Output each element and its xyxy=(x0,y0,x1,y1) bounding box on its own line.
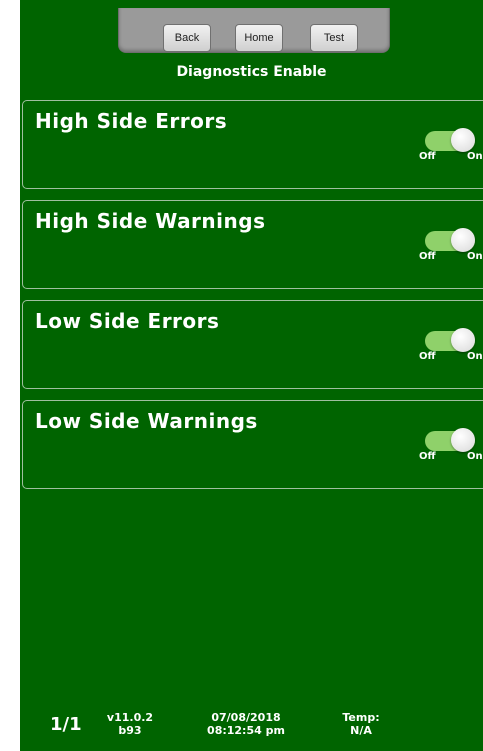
setting-high-side-errors: High Side Errors Off On xyxy=(22,100,483,189)
time-text: 08:12:54 pm xyxy=(207,724,285,737)
toggle-on-label: On xyxy=(467,451,483,462)
version-text: v11.0.2 xyxy=(106,711,154,724)
back-button[interactable]: Back xyxy=(163,24,211,52)
temperature-info: Temp: N/A xyxy=(336,711,386,737)
low-side-errors-toggle[interactable]: Off On xyxy=(419,327,483,363)
setting-low-side-errors: Low Side Errors Off On xyxy=(22,300,483,389)
setting-high-side-warnings: High Side Warnings Off On xyxy=(22,200,483,289)
high-side-errors-toggle[interactable]: Off On xyxy=(419,127,483,163)
setting-label: Low Side Warnings xyxy=(35,409,258,433)
page-title: Diagnostics Enable xyxy=(176,64,327,80)
date-text: 07/08/2018 xyxy=(211,711,281,724)
diagnostics-screen: Back Home Test Diagnostics Enable High S… xyxy=(20,0,483,751)
setting-label: Low Side Errors xyxy=(35,309,220,333)
low-side-warnings-toggle[interactable]: Off On xyxy=(419,427,483,463)
home-button[interactable]: Home xyxy=(235,24,283,52)
page-indicator: 1/1 xyxy=(50,714,82,735)
toggle-off-label: Off xyxy=(419,251,436,262)
test-button[interactable]: Test xyxy=(310,24,358,52)
toggle-knob xyxy=(451,328,475,352)
toggle-knob xyxy=(451,128,475,152)
datetime-info: 07/08/2018 08:12:54 pm xyxy=(196,711,296,737)
temp-label: Temp: xyxy=(342,711,380,724)
toggle-on-label: On xyxy=(467,251,483,262)
status-footer: 1/1 v11.0.2 b93 07/08/2018 08:12:54 pm T… xyxy=(20,708,483,748)
toggle-off-label: Off xyxy=(419,451,436,462)
toggle-off-label: Off xyxy=(419,351,436,362)
toggle-off-label: Off xyxy=(419,151,436,162)
build-text: b93 xyxy=(118,724,142,737)
toggle-on-label: On xyxy=(467,351,483,362)
nav-bar: Back Home Test xyxy=(118,8,390,53)
setting-label: High Side Warnings xyxy=(35,209,266,233)
setting-low-side-warnings: Low Side Warnings Off On xyxy=(22,400,483,489)
temp-value: N/A xyxy=(350,724,372,737)
toggle-knob xyxy=(451,228,475,252)
high-side-warnings-toggle[interactable]: Off On xyxy=(419,227,483,263)
version-info: v11.0.2 b93 xyxy=(100,711,160,737)
toggle-on-label: On xyxy=(467,151,483,162)
toggle-knob xyxy=(451,428,475,452)
setting-label: High Side Errors xyxy=(35,109,228,133)
